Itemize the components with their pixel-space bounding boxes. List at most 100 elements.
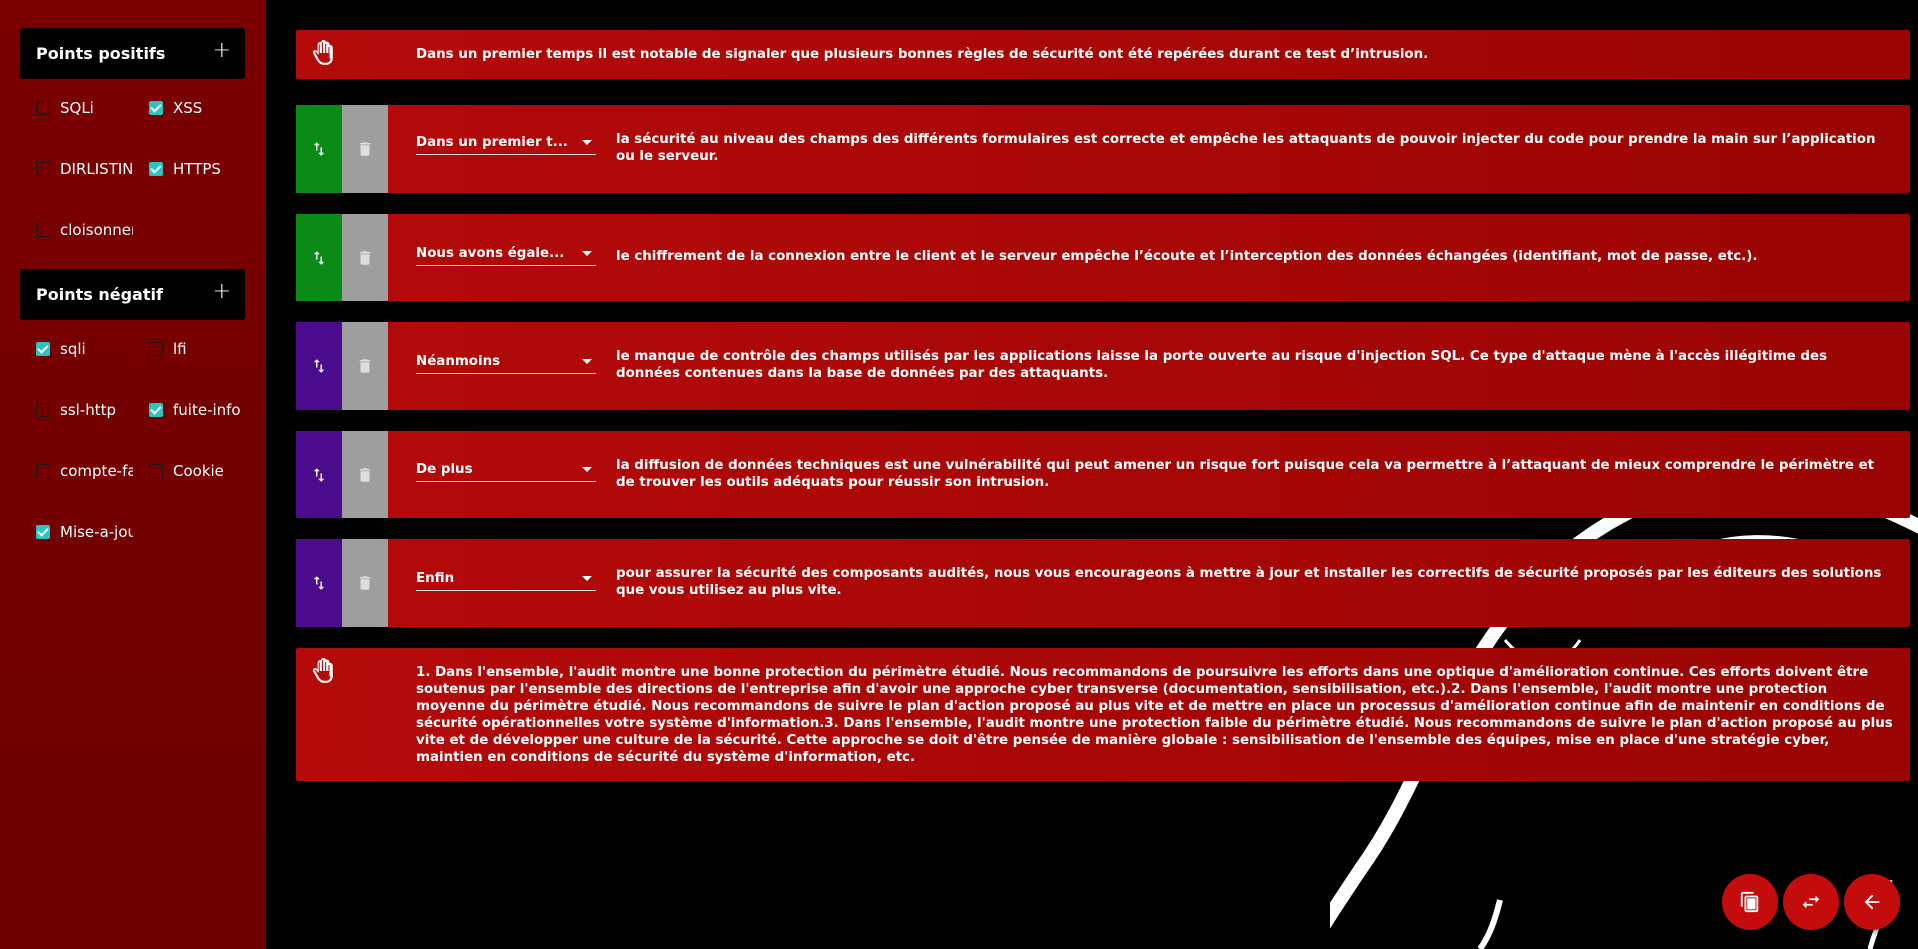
swap-vertical-icon	[313, 576, 325, 590]
checkbox[interactable]	[149, 162, 163, 176]
checkbox-item-fuite-info[interactable]: fuite-info	[149, 401, 259, 419]
move-row-button[interactable]	[296, 431, 342, 518]
delete-row-button[interactable]	[342, 105, 388, 193]
chevron-down-icon	[582, 359, 592, 364]
copy-icon	[1740, 891, 1759, 913]
checkbox-label: compte-faible	[60, 462, 133, 480]
checkbox[interactable]	[149, 464, 163, 478]
paragraph-row: Nous avons égale... le chiffrement de la…	[296, 214, 1910, 301]
checkbox[interactable]	[36, 525, 50, 539]
checkbox-item-mise-a-jour[interactable]: Mise-a-jour	[36, 523, 133, 541]
checkbox-item-https[interactable]: HTTPS	[149, 160, 249, 178]
connector-select[interactable]: Enfin	[416, 567, 596, 591]
paragraph-row: De plus la diffusion de données techniqu…	[296, 431, 1910, 518]
swap-horizontal-icon	[1802, 895, 1820, 909]
swap-vertical-icon	[313, 142, 325, 156]
delete-row-button[interactable]	[342, 322, 388, 410]
swap-vertical-icon	[313, 250, 325, 265]
paragraph-text: le manque de contrôle des champs utilisé…	[616, 349, 1828, 381]
checkbox-item-sqli-positive[interactable]: SQLi	[36, 99, 131, 117]
checkbox-item-cookie[interactable]: Cookie	[149, 462, 249, 480]
paragraph-text: la sécurité au niveau des champs des dif…	[616, 132, 1876, 164]
checkbox-label: XSS	[173, 99, 203, 117]
move-row-button[interactable]	[296, 322, 342, 410]
checkbox-item-xss[interactable]: XSS	[149, 99, 249, 117]
checkbox[interactable]	[36, 223, 50, 237]
hand-icon	[312, 40, 333, 65]
checkbox-label: Cookie	[173, 462, 224, 480]
chevron-down-icon	[582, 467, 592, 472]
connector-select-value: Dans un premier t...	[416, 135, 568, 150]
checkbox-item-cloisonnement[interactable]: cloisonnement	[36, 221, 133, 239]
checkbox-label: ssl-http	[60, 401, 117, 419]
checkbox-item-dirlisting[interactable]: DIRLISTING	[36, 160, 133, 178]
copy-button[interactable]	[1722, 874, 1778, 930]
trash-icon	[359, 359, 371, 373]
connector-select[interactable]: Néanmoins	[416, 350, 596, 374]
hand-icon	[312, 658, 333, 683]
checkbox-item-compte-faible[interactable]: compte-faible	[36, 462, 133, 480]
chevron-down-icon	[582, 140, 592, 145]
sidebar: Points positifs + SQLi XSS DIRLISTING HT…	[0, 0, 266, 949]
checkbox-label: lfi	[173, 340, 187, 358]
move-row-button[interactable]	[296, 214, 342, 301]
move-row-button[interactable]	[296, 539, 342, 627]
paragraph-text: la diffusion de données techniques est u…	[616, 458, 1875, 490]
connector-select[interactable]: Dans un premier t...	[416, 131, 596, 155]
paragraph-text: pour assurer la sécurité des composants …	[616, 566, 1882, 598]
connector-select[interactable]: Nous avons égale...	[416, 242, 596, 266]
checkbox-label: SQLi	[60, 99, 94, 117]
positive-points-title: Points positifs	[36, 44, 166, 63]
checkbox[interactable]	[149, 342, 163, 356]
negative-points-header: Points négatif +	[20, 269, 245, 320]
swap-vertical-icon	[313, 359, 325, 373]
checkbox[interactable]	[36, 162, 50, 176]
connector-select[interactable]: De plus	[416, 458, 596, 482]
swap-vertical-icon	[313, 467, 325, 482]
add-positive-point-button[interactable]: +	[213, 39, 231, 62]
checkbox-label: HTTPS	[173, 160, 221, 178]
arrow-back-icon	[1864, 894, 1880, 910]
chevron-down-icon	[582, 576, 592, 581]
paragraph-row: Dans un premier t... la sécurité au nive…	[296, 105, 1910, 193]
move-row-button[interactable]	[296, 105, 342, 193]
trash-icon	[359, 576, 371, 590]
negative-points-title: Points négatif	[36, 285, 163, 304]
checkbox-label: DIRLISTING	[60, 160, 133, 178]
intro-row: Dans un premier temps il est notable de …	[296, 30, 1910, 79]
intro-text: Dans un premier temps il est notable de …	[416, 47, 1429, 62]
checkbox-label: Mise-a-jour	[60, 523, 133, 541]
delete-row-button[interactable]	[342, 431, 388, 518]
connector-select-value: Nous avons égale...	[416, 246, 565, 261]
checkbox-label: sqli	[60, 340, 86, 358]
swap-button[interactable]	[1783, 874, 1839, 930]
checkbox[interactable]	[36, 101, 50, 115]
trash-icon	[359, 250, 371, 265]
trash-icon	[359, 142, 371, 156]
connector-select-value: De plus	[416, 462, 473, 477]
paragraph-row: Enfin pour assurer la sécurité des compo…	[296, 539, 1910, 627]
delete-row-button[interactable]	[342, 539, 388, 627]
checkbox[interactable]	[36, 403, 50, 417]
trash-icon	[359, 467, 371, 482]
checkbox-label: fuite-info	[173, 401, 241, 419]
chevron-down-icon	[582, 251, 592, 256]
checkbox-item-lfi[interactable]: lfi	[149, 340, 249, 358]
checkbox[interactable]	[149, 101, 163, 115]
connector-select-value: Néanmoins	[416, 354, 501, 369]
checkbox-item-ssl-http[interactable]: ssl-http	[36, 401, 133, 419]
checkbox-item-sqli-negative[interactable]: sqli	[36, 340, 131, 358]
checkbox[interactable]	[36, 464, 50, 478]
delete-row-button[interactable]	[342, 214, 388, 301]
conclusion-text: 1. Dans l'ensemble, l'audit montre une b…	[416, 665, 1893, 765]
connector-select-value: Enfin	[416, 571, 455, 586]
positive-points-header: Points positifs +	[20, 28, 245, 79]
checkbox[interactable]	[36, 342, 50, 356]
paragraph-row: Néanmoins le manque de contrôle des cham…	[296, 322, 1910, 410]
paragraph-text: le chiffrement de la connexion entre le …	[616, 249, 1758, 264]
add-negative-point-button[interactable]: +	[213, 280, 231, 303]
conclusion-row: 1. Dans l'ensemble, l'audit montre une b…	[296, 648, 1910, 781]
back-button[interactable]	[1844, 874, 1900, 930]
checkbox-label: cloisonnement	[60, 221, 133, 239]
checkbox[interactable]	[149, 403, 163, 417]
